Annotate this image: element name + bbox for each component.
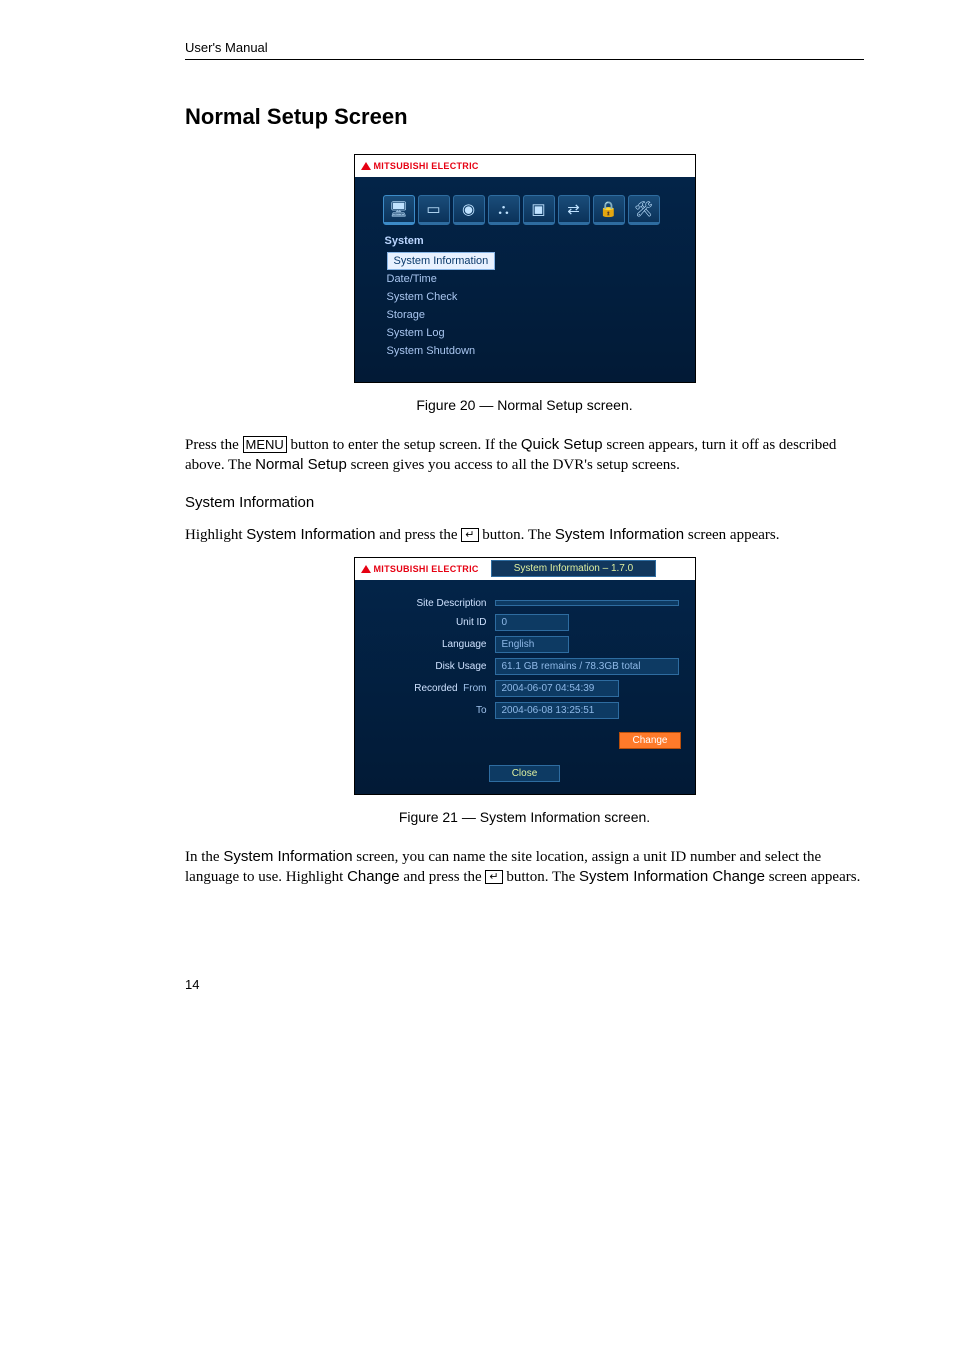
normal-setup-screenshot: MITSUBISHI ELECTRIC 🖥 ▭ ◉ ⛬ ▣ ⇄ 🔒 🛠 Syst… [354, 154, 696, 383]
label-site-description: Site Description [369, 598, 495, 609]
text: button. The [503, 869, 579, 885]
system-menu: System Information Date/Time System Chec… [355, 251, 695, 360]
subsection-system-information: System Information [185, 494, 864, 511]
value-disk-usage: 61.1 GB remains / 78.3GB total [495, 658, 679, 675]
menu-item-system-log[interactable]: System Log [387, 324, 695, 342]
text: button. The [479, 527, 555, 543]
label-recorded-to: To [369, 705, 495, 716]
system-information-term: System Information [223, 848, 352, 865]
menu-item-storage[interactable]: Storage [387, 306, 695, 324]
value-language[interactable]: English [495, 636, 569, 653]
paragraph-press-menu: Press the MENU button to enter the setup… [185, 435, 864, 476]
menu-key-label: MENU [243, 436, 287, 453]
text: Highlight [185, 527, 246, 543]
window-title: System Information – 1.7.0 [491, 560, 657, 577]
row-recorded-to: To 2004-06-08 13:25:51 [369, 702, 681, 719]
enter-key-icon: ↵ [485, 870, 502, 884]
toolbar-network-icon[interactable]: ⇄ [558, 195, 590, 225]
toolbar-record-icon[interactable]: ◉ [453, 195, 485, 225]
text: In the [185, 849, 223, 865]
row-language: Language English [369, 636, 681, 653]
change-button[interactable]: Change [619, 732, 680, 749]
text: From [463, 683, 486, 694]
enter-key-icon: ↵ [461, 528, 478, 542]
normal-setup-term: Normal Setup [255, 456, 347, 473]
figure-20-caption: Figure 20 — Normal Setup screen. [185, 397, 864, 413]
page-number: 14 [185, 977, 864, 992]
value-recorded-to: 2004-06-08 13:25:51 [495, 702, 619, 719]
toolbar: 🖥 ▭ ◉ ⛬ ▣ ⇄ 🔒 🛠 [355, 177, 695, 231]
text: To [476, 705, 487, 716]
text: Press the [185, 437, 243, 453]
paragraph-highlight-sysinfo: Highlight System Information and press t… [185, 525, 864, 545]
panel-label: System [355, 231, 695, 251]
value-recorded-from: 2004-06-07 04:54:39 [495, 680, 619, 697]
menu-item-system-shutdown[interactable]: System Shutdown [387, 342, 695, 360]
mitsubishi-logo: MITSUBISHI ELECTRIC [361, 564, 479, 574]
paragraph-sysinfo-description: In the System Information screen, you ca… [185, 847, 864, 888]
titlebar: MITSUBISHI ELECTRIC [355, 155, 695, 177]
section-title: Normal Setup Screen [185, 104, 864, 130]
button-row: Change [355, 728, 695, 759]
menu-item-date-time[interactable]: Date/Time [387, 270, 695, 288]
label-language: Language [369, 639, 495, 650]
label-recorded-from: Recorded From [369, 683, 495, 694]
toolbar-config-icon[interactable]: 🛠 [628, 195, 660, 225]
mitsubishi-triangles-icon [361, 162, 371, 170]
value-site-description[interactable] [495, 600, 679, 606]
text: screen appears. [684, 527, 779, 543]
toolbar-event-icon[interactable]: ⛬ [488, 195, 520, 225]
label-disk-usage: Disk Usage [369, 661, 495, 672]
titlebar: MITSUBISHI ELECTRIC System Information –… [355, 558, 695, 580]
close-button[interactable]: Close [489, 765, 561, 782]
text: screen gives you access to all the DVR's… [347, 457, 680, 473]
toolbar-password-icon[interactable]: 🔒 [593, 195, 625, 225]
text: Recorded [414, 683, 457, 694]
toolbar-camera-icon[interactable]: ▭ [418, 195, 450, 225]
menu-item-system-information[interactable]: System Information [387, 252, 496, 270]
toolbar-display-icon[interactable]: ▣ [523, 195, 555, 225]
label-unit-id: Unit ID [369, 617, 495, 628]
system-information-term: System Information [555, 526, 684, 543]
brand-text: MITSUBISHI ELECTRIC [374, 564, 479, 574]
row-disk-usage: Disk Usage 61.1 GB remains / 78.3GB tota… [369, 658, 681, 675]
system-info-form: Site Description Unit ID 0 Language Engl… [355, 580, 695, 728]
text: screen appears. [765, 869, 860, 885]
value-unit-id[interactable]: 0 [495, 614, 569, 631]
brand-text: MITSUBISHI ELECTRIC [374, 161, 479, 171]
row-recorded-from: Recorded From 2004-06-07 04:54:39 [369, 680, 681, 697]
figure-21-caption: Figure 21 — System Information screen. [185, 809, 864, 825]
figure-normal-setup: MITSUBISHI ELECTRIC 🖥 ▭ ◉ ⛬ ▣ ⇄ 🔒 🛠 Syst… [185, 154, 864, 383]
mitsubishi-logo: MITSUBISHI ELECTRIC [361, 161, 479, 171]
text: button to enter the setup screen. If the [287, 437, 521, 453]
system-information-term: System Information [246, 526, 375, 543]
dialog-footer: Close [355, 759, 695, 788]
mitsubishi-triangles-icon [361, 565, 371, 573]
figure-system-information: MITSUBISHI ELECTRIC System Information –… [185, 557, 864, 795]
row-unit-id: Unit ID 0 [369, 614, 681, 631]
quick-setup-term: Quick Setup [521, 436, 603, 453]
text: and press the [400, 869, 486, 885]
running-header: User's Manual [185, 40, 864, 60]
text: and press the [375, 527, 461, 543]
system-information-screenshot: MITSUBISHI ELECTRIC System Information –… [354, 557, 696, 795]
menu-item-system-check[interactable]: System Check [387, 288, 695, 306]
change-term: Change [347, 868, 400, 885]
system-information-change-term: System Information Change [579, 868, 765, 885]
toolbar-system-icon[interactable]: 🖥 [383, 195, 415, 225]
row-site-description: Site Description [369, 598, 681, 609]
